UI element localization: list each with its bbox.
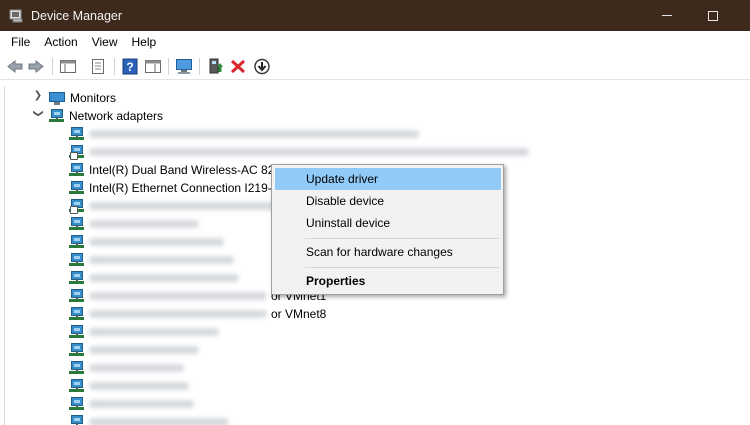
tree-item-adapter[interactable] [69,359,184,377]
toolbar: ? [0,53,750,80]
menu-item-update-driver[interactable]: Update driver [275,168,501,190]
redacted-adapter-name [89,364,184,372]
forward-arrow-icon[interactable] [27,58,45,75]
maximize-icon [708,10,718,21]
network-adapter-disabled-icon [69,199,84,214]
help-icon[interactable]: ? [121,58,139,75]
uninstall-x-icon[interactable] [229,58,247,75]
tree-item-label: or VMnet8 [271,307,327,321]
network-adapter-icon [69,325,84,339]
tree-item-label: Intel(R) Ethernet Connection I219-V [89,181,280,195]
context-menu: Update driver Disable device Uninstall d… [271,164,504,295]
network-adapter-icon [69,271,84,285]
redacted-adapter-name [89,328,219,336]
network-adapter-icon [69,415,84,425]
tree-item-adapter[interactable] [69,341,199,359]
menu-item-uninstall-device[interactable]: Uninstall device [275,212,501,234]
network-adapter-icon [69,181,84,195]
minimize-icon [662,15,672,16]
tree-item-adapter[interactable] [69,197,279,215]
tree-item-adapter[interactable] [69,395,194,413]
menu-file[interactable]: File [0,31,37,53]
menu-item-disable-device[interactable]: Disable device [275,190,501,212]
toolbar-separator [114,58,115,75]
network-adapter-icon [49,109,64,123]
redacted-adapter-name [89,382,189,390]
window-title: Device Manager [31,8,123,23]
scan-monitor-icon[interactable] [175,58,193,75]
tree-item-adapter[interactable] [69,125,419,143]
network-adapter-icon [69,361,84,375]
redacted-adapter-name [89,274,239,282]
back-arrow-icon[interactable] [6,58,24,75]
redacted-adapter-name [89,130,419,138]
menu-view[interactable]: View [85,31,125,53]
tree-item-intel-ethernet[interactable]: Intel(R) Ethernet Connection I219-V [69,179,280,197]
menu-help[interactable]: Help [125,31,164,53]
toolbar-separator [168,58,169,75]
monitor-icon [49,91,65,105]
menu-bar: File Action View Help [0,31,750,53]
redacted-adapter-name [89,238,224,246]
chevron-right-icon[interactable]: ❯ [33,90,43,101]
device-manager-app-icon [9,9,25,23]
network-adapter-icon [69,307,84,321]
svg-text:?: ? [126,60,133,74]
tree-item-label: Monitors [70,91,117,105]
maximize-button[interactable] [690,0,736,31]
network-adapter-icon [69,379,84,393]
network-adapter-icon [69,127,84,141]
tree-item-monitors[interactable]: Monitors [49,89,116,107]
tree-item-vmnet8[interactable]: or VMnet8 [69,305,326,323]
network-adapter-icon [69,397,84,411]
menu-separator [305,267,499,268]
show-hide-tree-icon[interactable] [59,58,77,75]
tree-item-adapter[interactable] [69,377,189,395]
network-adapter-icon [69,343,84,357]
properties-sheet-icon[interactable] [89,58,107,75]
tree-item-network-adapters[interactable]: Network adapters [49,107,163,125]
menu-item-properties[interactable]: Properties [275,270,501,292]
tree-item-adapter[interactable] [69,233,224,251]
tree-item-adapter[interactable] [69,323,219,341]
action-pane-icon[interactable] [144,58,162,75]
toolbar-separator [199,58,200,75]
title-bar: Device Manager [0,0,750,31]
redacted-adapter-name [89,292,267,300]
network-adapter-icon [69,217,84,231]
redacted-adapter-name [89,418,229,425]
tree-item-adapter[interactable] [69,251,234,269]
chevron-down-icon[interactable]: ❯ [33,109,44,119]
redacted-adapter-name [89,220,199,228]
network-adapter-icon [69,253,84,267]
redacted-adapter-name [89,256,234,264]
tree-item-adapter[interactable] [69,269,239,287]
update-driver-icon[interactable] [206,58,224,75]
redacted-adapter-name [89,346,199,354]
menu-separator [305,238,499,239]
tree-item-adapter[interactable] [69,413,229,425]
redacted-adapter-name [89,310,267,318]
menu-action[interactable]: Action [37,31,84,53]
tree-item-label: Intel(R) Dual Band Wireless-AC 826 [89,163,282,177]
network-adapter-icon [69,235,84,249]
tree-item-adapter[interactable] [69,143,529,161]
redacted-adapter-name [89,148,529,156]
disable-download-icon[interactable] [253,58,271,75]
toolbar-separator [52,58,53,75]
menu-item-scan-hardware[interactable]: Scan for hardware changes [275,241,501,263]
redacted-adapter-name [89,400,194,408]
minimize-button[interactable] [644,0,690,31]
network-adapter-disabled-icon [69,145,84,160]
redacted-adapter-name [89,202,279,210]
tree-item-intel-wireless[interactable]: Intel(R) Dual Band Wireless-AC 826 [69,161,281,179]
tree-item-label: Network adapters [69,109,164,123]
network-adapter-icon [69,289,84,303]
network-adapter-icon [69,163,84,177]
tree-item-adapter[interactable] [69,215,199,233]
